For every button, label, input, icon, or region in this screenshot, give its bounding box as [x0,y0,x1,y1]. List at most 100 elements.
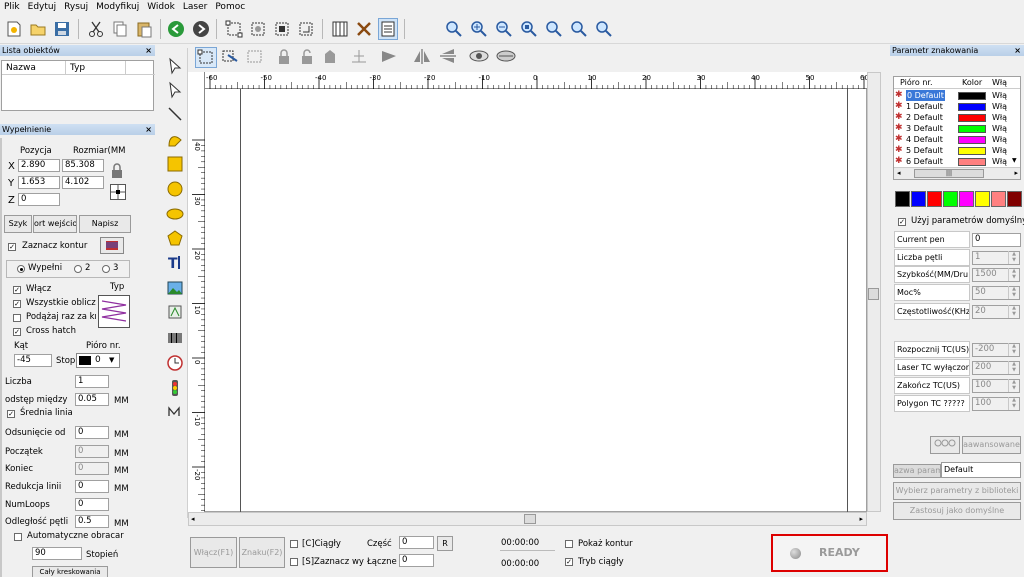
tab-param-name[interactable]: azwa parame [893,464,941,478]
object-list-table[interactable]: Nazwa Typ [1,60,155,111]
align-icon[interactable] [348,47,372,68]
hatch-type-icon[interactable] [98,295,130,328]
zoom-out-icon[interactable] [494,18,514,40]
numloops-input[interactable]: 0 [75,498,109,511]
param-value-input[interactable]: 0 [972,233,1021,247]
spin-arrows-icon[interactable]: ▲ ▼ [1008,361,1019,374]
palette-swatch[interactable] [1007,191,1022,207]
unlock-object-icon[interactable] [298,47,318,68]
auto-rotate-checkbox[interactable] [14,533,22,541]
close-icon[interactable]: × [145,45,152,56]
menu-edytuj[interactable]: Edytuj [24,0,60,15]
ciagly-checkbox[interactable] [290,540,298,548]
chevron-down-icon[interactable]: ▼ [109,356,114,364]
pen-color-swatch[interactable] [958,158,986,166]
odleglosc-input[interactable]: 0.5 [75,515,109,528]
palette-swatch[interactable] [927,191,942,207]
pen-table[interactable]: Pióro nr. Kolor Włą ✱ 0 Default Włą ✱ 1 Defa… [893,76,1021,180]
group-mode-icon[interactable] [220,47,242,68]
close-icon[interactable]: × [1014,45,1021,56]
scroll-left-icon[interactable]: ◂ [897,169,901,177]
distribute-icon[interactable] [378,47,402,68]
tab-default[interactable]: Default [941,462,1021,478]
undo-icon[interactable] [166,18,186,40]
spin-arrows-icon[interactable]: ▲ ▼ [1008,343,1019,356]
select-mode-icon[interactable] [195,47,217,68]
save-icon[interactable] [52,18,72,40]
zoom-selected-icon[interactable] [569,18,589,40]
hatch-all-button[interactable]: Cały kreskowania [32,566,108,577]
palette-swatch[interactable] [911,191,926,207]
pen-row[interactable]: ✱ 3 Default Włą [894,123,1020,134]
close-icon[interactable]: × [145,124,152,135]
menu-pomoc[interactable]: Pomoc [211,0,249,15]
pen-table-scrollbar[interactable]: ◂ ||| ▸ [894,167,1020,179]
zaznacz-kontur-checkbox[interactable]: ✓ [8,243,16,251]
horizontal-scroll-thumb[interactable] [524,514,536,524]
menu-laser[interactable]: Laser [179,0,211,15]
scroll-left-icon[interactable]: ◂ [191,515,195,523]
palette-swatch[interactable] [975,191,990,207]
liczba-input[interactable]: 1 [75,375,109,388]
spin-arrows-icon[interactable]: ▲ ▼ [1008,305,1019,318]
wszystkie-checkbox[interactable]: ✓ [13,300,21,308]
pen-row[interactable]: ✱ 2 Default Włą [894,112,1020,123]
tab-port[interactable]: ort wejścion [33,215,77,233]
x-position-input[interactable]: 2.890 [18,159,60,172]
czesc-input[interactable]: 0 [399,536,434,549]
z-position-input[interactable]: 0 [18,193,60,206]
col-enable-header[interactable]: Włą [992,77,1007,89]
pen-select[interactable]: 0 ▼ [76,353,120,368]
reset-count-button[interactable]: R [437,536,453,551]
pokaz-kontur-checkbox[interactable] [565,540,573,548]
poczatek-input[interactable]: 0 [75,445,109,458]
palette-swatch[interactable] [943,191,958,207]
spin-arrows-icon[interactable]: ▲ ▼ [1008,268,1019,281]
mirror-vertical-icon[interactable] [438,47,460,68]
radio-wypelnij[interactable] [17,265,25,273]
radio-2[interactable] [74,265,82,273]
menu-widok[interactable]: Widok [143,0,179,15]
rotate-object-icon[interactable] [296,18,316,40]
wlacz-checkbox[interactable]: ✓ [13,286,21,294]
kat-input[interactable]: -45 [14,354,52,367]
tools-icon[interactable] [354,18,374,40]
mirror-horizontal-icon[interactable] [412,47,434,68]
mark-button[interactable]: Włącz(F1) [190,537,237,568]
pen-color-swatch[interactable] [958,136,986,144]
anchor-grid-icon[interactable] [110,184,126,200]
document-view-icon[interactable] [378,18,398,40]
unlock-all-icon[interactable] [321,47,341,68]
new-file-icon[interactable] [4,18,24,40]
palette-swatch[interactable] [895,191,910,207]
tryb-ciagly-checkbox[interactable]: ✓ [565,558,573,566]
odsuniecie-input[interactable]: 0 [75,426,109,439]
menu-rysuj[interactable]: Rysuj [60,0,92,15]
paste-icon[interactable] [134,18,154,40]
col-color-header[interactable]: Kolor [962,77,982,89]
spin-arrows-icon[interactable]: ▲ ▼ [1008,286,1019,299]
scroll-right-icon[interactable]: ▸ [1014,169,1018,177]
x-size-input[interactable]: 85.308 [62,159,104,172]
zoom-icon[interactable] [444,18,464,40]
hide-object-icon[interactable] [495,47,519,68]
drawing-canvas[interactable] [188,72,867,512]
lock-object-icon[interactable] [275,47,295,68]
srednia-checkbox[interactable]: ✓ [7,410,15,418]
y-position-input[interactable]: 1.653 [18,176,60,189]
pen-color-swatch[interactable] [958,125,986,133]
library-params-button[interactable]: Wybierz parametry z biblioteki [893,482,1021,500]
pen-color-swatch[interactable] [958,114,986,122]
spin-arrows-icon[interactable]: ▲ ▼ [1008,251,1019,264]
zoom-all-icon[interactable] [519,18,539,40]
pen-color-swatch[interactable] [958,92,986,100]
pen-color-swatch[interactable] [958,147,986,155]
vertical-scroll-thumb[interactable] [868,288,879,300]
pen-row[interactable]: ✱ 4 Default Włą [894,134,1020,145]
redo-icon[interactable] [191,18,211,40]
select-region-icon[interactable] [248,18,268,40]
scroll-down-icon[interactable]: ▼ [1012,157,1017,164]
advanced-button[interactable]: aawansowane [962,436,1021,454]
auto-rotate-input[interactable]: 90 [32,547,82,560]
palette-swatch[interactable] [959,191,974,207]
